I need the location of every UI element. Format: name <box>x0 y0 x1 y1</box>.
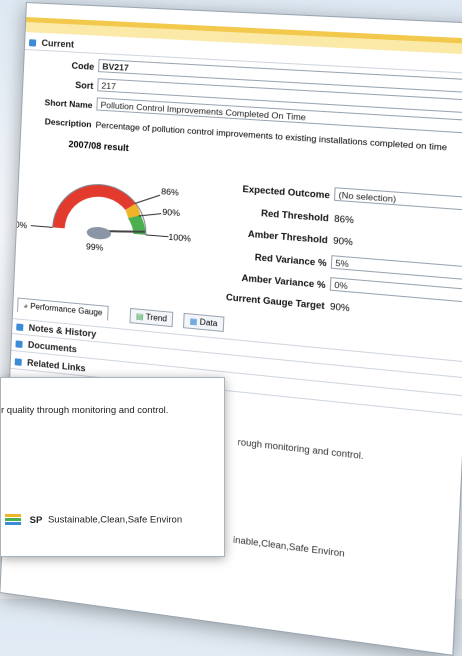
stack-icon <box>3 513 23 527</box>
gauge-value-label: 99% <box>86 241 104 253</box>
tab-data-label: Data <box>200 317 218 328</box>
tab-trend[interactable]: ▤ Trend <box>129 308 173 327</box>
gauge-min-label: 0% <box>15 219 28 230</box>
expand-icon <box>16 324 23 332</box>
gauge-tab-icon: ◕ <box>23 301 28 310</box>
trend-chart-icon: ▤ <box>136 312 144 322</box>
sp-code: SP <box>30 515 43 526</box>
detail-popup: r quality through monitoring and control… <box>0 377 225 557</box>
section-related-links-label: Related Links <box>27 358 86 374</box>
tab-data[interactable]: ▦ Data <box>183 313 224 332</box>
description-label: Description <box>21 115 91 130</box>
expected-outcome-select[interactable]: (No selection) <box>334 187 462 211</box>
expand-icon <box>15 358 22 366</box>
section-notes-history-label: Notes & History <box>29 323 97 340</box>
current-gauge-target-label: Current Gauge Target <box>166 287 325 311</box>
background-text-2: inable,Clean,Safe Environ <box>233 534 345 558</box>
data-chart-icon: ▦ <box>189 316 197 326</box>
popup-text: r quality through monitoring and control… <box>1 405 168 416</box>
red-threshold-value: 86% <box>334 213 354 225</box>
gauge-hub <box>86 226 111 240</box>
expand-icon <box>29 39 36 46</box>
code-label: Code <box>24 58 94 72</box>
sp-row[interactable]: SP Sustainable,Clean,Safe Environ <box>3 513 182 527</box>
amber-variance-label: Amber Variance % <box>167 266 326 290</box>
amber-threshold-value: 90% <box>333 235 353 247</box>
red-variance-field[interactable]: 5% <box>331 255 462 280</box>
tab-performance-gauge[interactable]: ◕ Performance Gauge <box>17 298 109 322</box>
amber-variance-field[interactable]: 0% <box>330 277 462 302</box>
gauge-red-band <box>53 181 137 234</box>
expand-icon <box>15 340 22 348</box>
background-text-1: rough monitoring and control. <box>237 437 363 461</box>
performance-indicator-page: Current Code BV217 Sort 217 Short Name P… <box>0 2 462 656</box>
tab-performance-gauge-label: Performance Gauge <box>30 302 103 318</box>
sp-label: Sustainable,Clean,Safe Environ <box>48 515 182 526</box>
short-name-label: Short Name <box>22 96 92 110</box>
current-gauge-target-value: 90% <box>330 301 350 313</box>
sort-label: Sort <box>23 77 93 91</box>
section-documents-label: Documents <box>28 340 77 355</box>
red-variance-label: Red Variance % <box>168 245 327 268</box>
section-current-label: Current <box>41 38 74 50</box>
tab-trend-label: Trend <box>146 312 168 323</box>
